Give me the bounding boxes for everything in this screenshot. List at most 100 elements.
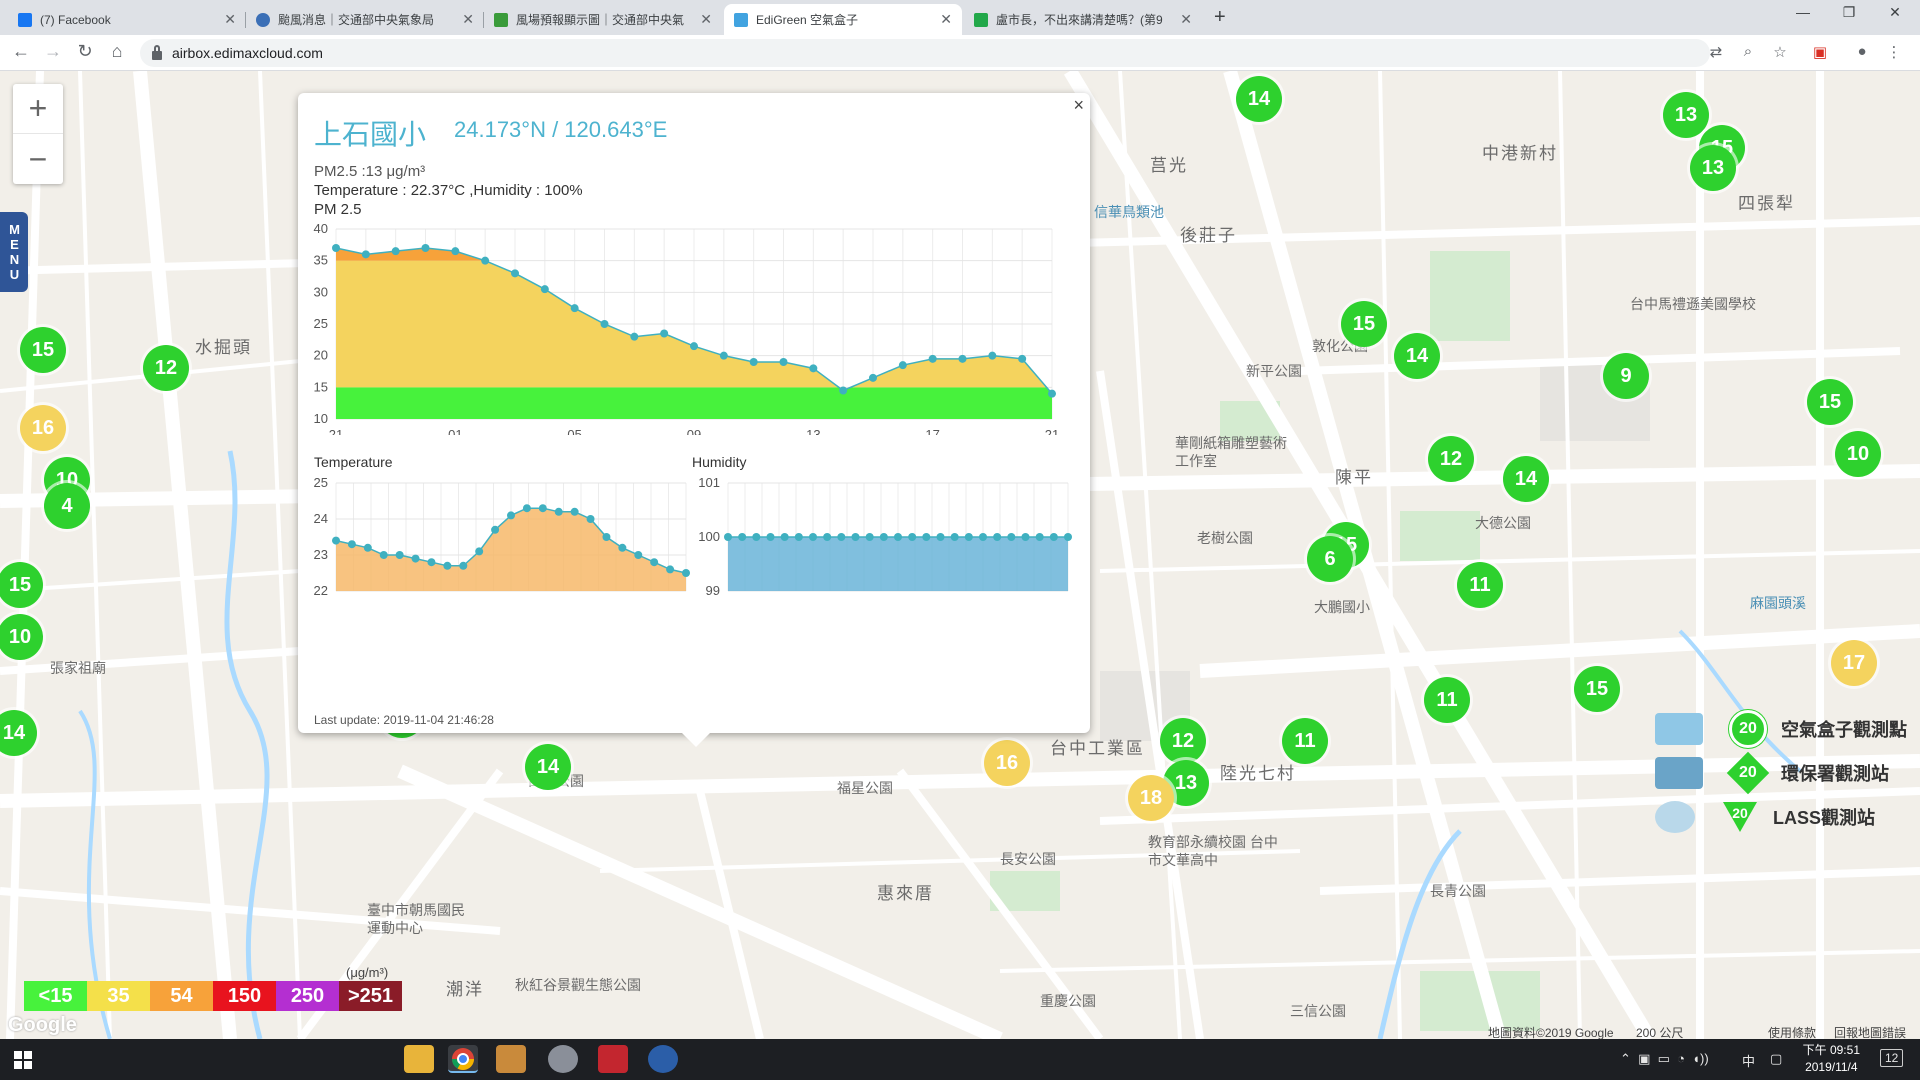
translate-icon[interactable]: ⇄ — [1706, 43, 1726, 63]
station-marker[interactable]: 14 — [525, 744, 571, 790]
station-marker[interactable]: 14 — [1394, 333, 1440, 379]
data-point — [618, 543, 627, 552]
map-label: 陳平 — [1335, 468, 1373, 487]
legend-label: LASS觀測站 — [1773, 808, 1876, 828]
extension-icon[interactable]: ▣ — [1810, 43, 1830, 63]
station-marker[interactable]: 12 — [1160, 718, 1206, 764]
map-label: 後莊子 — [1180, 226, 1237, 245]
station-marker[interactable]: 17 — [1831, 640, 1877, 686]
profile-icon[interactable]: ● — [1852, 43, 1872, 63]
station-marker[interactable]: 4 — [44, 483, 90, 529]
station-marker[interactable]: 13 — [1663, 92, 1709, 138]
y-tick-label: 25 — [314, 475, 328, 490]
menu-button[interactable]: MENU — [0, 212, 28, 292]
legend-airbox[interactable]: 20 空氣盒子觀測點 — [1655, 709, 1907, 749]
station-marker[interactable]: 12 — [1428, 436, 1474, 482]
map-canvas[interactable]: 水掘頭 張家祖廟 後莊子 莒光 中港新村 四張犁 陳平 敦化公園 新平公園 華剛… — [0, 71, 1920, 1039]
tab-edigreen[interactable]: EdiGreen 空氣盒子 ✕ — [724, 4, 962, 35]
scale-bin: 35 — [87, 981, 150, 1011]
legend-epa[interactable]: 20 環保署觀測站 — [1655, 751, 1889, 795]
tab-typhoon-news[interactable]: 颱風消息｜交通部中央氣象局 ✕ — [246, 4, 484, 35]
zoom-in-button[interactable]: + — [13, 84, 63, 134]
data-point — [391, 247, 400, 256]
cwb-icon — [494, 12, 508, 27]
station-marker[interactable]: 18 — [1128, 775, 1174, 821]
chrome-icon[interactable] — [448, 1045, 478, 1073]
tab-close-icon[interactable]: ✕ — [1180, 11, 1192, 28]
zoom-out-button[interactable]: − — [13, 134, 63, 184]
map-label: 老樹公園 — [1197, 530, 1253, 546]
notification-center[interactable]: 12 — [1880, 1049, 1904, 1067]
map-label: 福星公園 — [837, 780, 893, 796]
tab-close-icon[interactable]: ✕ — [700, 11, 712, 28]
map-label: 莒光 — [1150, 156, 1188, 175]
zoom-icon[interactable]: ⌕ — [1738, 43, 1758, 63]
station-marker[interactable]: 14 — [1236, 76, 1282, 122]
y-tick-label: 22 — [314, 583, 328, 598]
data-point — [660, 329, 669, 338]
airbox-device-icon — [1655, 713, 1703, 745]
app-icon[interactable] — [648, 1045, 678, 1073]
file-explorer-icon[interactable] — [404, 1045, 434, 1073]
station-marker[interactable]: 15 — [1574, 666, 1620, 712]
station-marker[interactable]: 15 — [1807, 379, 1853, 425]
maximize-button[interactable]: ❐ — [1826, 4, 1872, 21]
forward-icon[interactable]: → — [40, 41, 66, 62]
station-marker[interactable]: 11 — [1282, 718, 1328, 764]
ime-indicator[interactable]: 中 — [1742, 1051, 1755, 1070]
back-icon[interactable]: ← — [8, 41, 34, 62]
app-icon[interactable] — [598, 1045, 628, 1073]
y-tick-label: 101 — [698, 475, 720, 490]
tab-news[interactable]: 盧市長，不出來講清楚嗎？(第9 ✕ — [964, 4, 1202, 35]
station-marker[interactable]: 16 — [984, 740, 1030, 786]
station-marker[interactable]: 6 — [1307, 536, 1353, 582]
station-marker[interactable]: 14 — [1503, 456, 1549, 502]
legend-lass[interactable]: 20 LASS觀測站 — [1655, 797, 1875, 837]
station-marker[interactable]: 11 — [1457, 562, 1503, 608]
station-marker[interactable]: 11 — [1424, 677, 1470, 723]
home-icon[interactable]: ⌂ — [104, 41, 130, 62]
window-close-button[interactable]: ✕ — [1872, 4, 1918, 21]
popup-close-button[interactable]: × — [1073, 95, 1084, 116]
station-marker[interactable]: 10 — [1835, 431, 1881, 477]
bookmark-star-icon[interactable]: ☆ — [1770, 43, 1790, 63]
system-clock[interactable]: 下午 09:51 2019/11/4 — [1803, 1042, 1860, 1076]
data-point — [690, 342, 698, 351]
tab-wind-forecast[interactable]: 風場預報顯示圖｜交通部中央氣 ✕ — [484, 4, 722, 35]
terms-link[interactable]: 使用條款 — [1768, 1024, 1816, 1039]
station-marker[interactable]: 13 — [1690, 145, 1736, 191]
station-marker[interactable]: 12 — [143, 345, 189, 391]
data-point — [988, 351, 997, 360]
station-marker[interactable]: 16 — [20, 405, 66, 451]
ime-mode-icon[interactable]: ▢ — [1770, 1051, 1782, 1067]
data-point — [443, 561, 452, 570]
map-scale-bar[interactable]: 200 公尺 — [1636, 1024, 1683, 1039]
minimize-button[interactable]: — — [1780, 4, 1826, 20]
station-marker[interactable]: 15 — [20, 327, 66, 373]
app-icon[interactable] — [496, 1045, 526, 1073]
menu-label: MENU — [7, 222, 22, 282]
tray-icons[interactable]: ⌃ ▣ ▭ ◔ ◖)) — [1620, 1051, 1709, 1067]
map-label: 大德公園 — [1475, 515, 1531, 531]
reload-icon[interactable]: ↻ — [72, 41, 98, 62]
station-marker[interactable]: 9 — [1603, 353, 1649, 399]
report-error-link[interactable]: 回報地圖錯誤 — [1834, 1024, 1906, 1039]
address-bar[interactable]: airbox.edimaxcloud.com — [140, 39, 1710, 67]
map-label: 重慶公園 — [1040, 993, 1096, 1009]
data-point — [586, 515, 595, 523]
new-tab-button[interactable]: + — [1214, 6, 1226, 29]
x-tick-label: 01 — [448, 427, 462, 435]
tab-facebook[interactable]: (7) Facebook ✕ — [8, 4, 246, 35]
scale-unit: (μg/m³) — [346, 965, 389, 980]
station-marker[interactable]: 15 — [1341, 301, 1387, 347]
menu-dots-icon[interactable]: ⋮ — [1884, 43, 1904, 63]
news-icon — [974, 12, 988, 27]
map-label: 華剛紙箱雕塑藝術工作室 — [1175, 435, 1287, 469]
map-label: 潮洋 — [446, 980, 484, 999]
tab-close-icon[interactable]: ✕ — [940, 11, 952, 28]
tab-close-icon[interactable]: ✕ — [224, 11, 236, 28]
app-icon[interactable] — [548, 1045, 578, 1073]
windows-start-icon[interactable] — [14, 1051, 32, 1069]
data-point — [979, 533, 987, 541]
tab-close-icon[interactable]: ✕ — [462, 11, 474, 28]
